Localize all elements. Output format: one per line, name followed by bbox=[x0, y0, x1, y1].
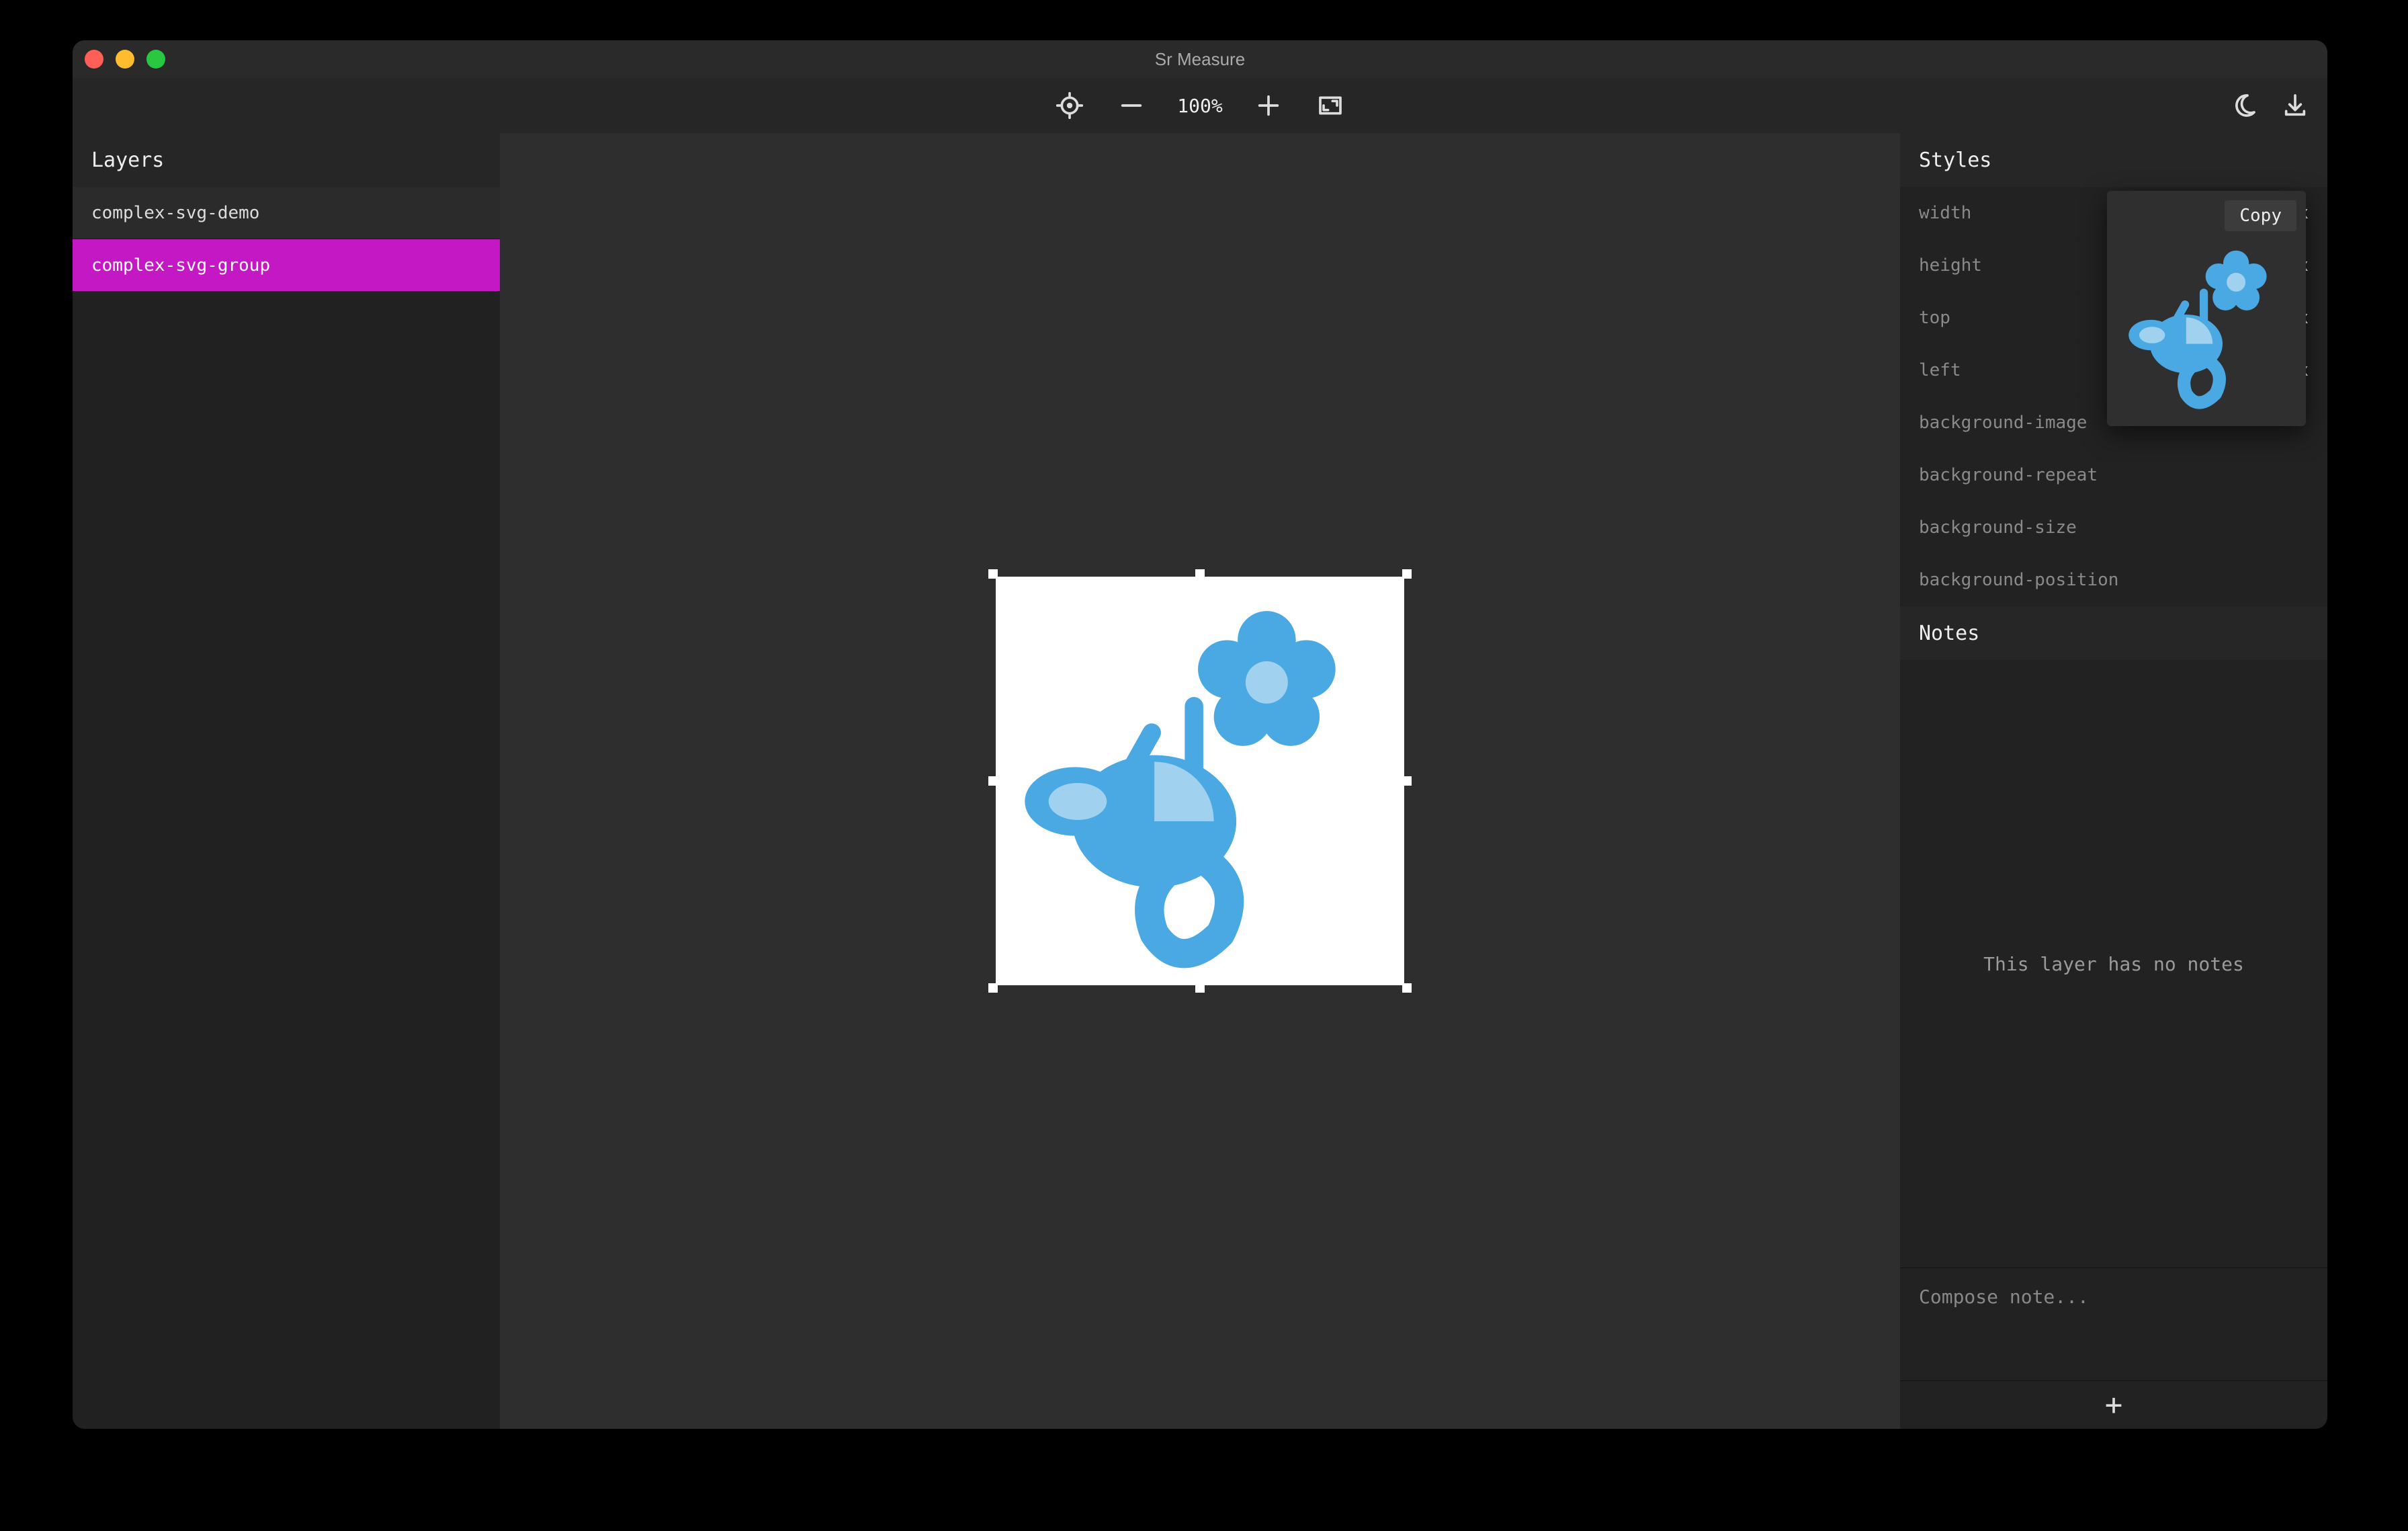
notes-panel: This layer has no notes Compose note... … bbox=[1900, 660, 2327, 1429]
style-key: left bbox=[1919, 360, 1961, 380]
dark-mode-icon[interactable] bbox=[2228, 89, 2260, 122]
style-row[interactable]: background-repeat bbox=[1900, 449, 2327, 501]
download-icon[interactable] bbox=[2279, 89, 2311, 122]
style-key: background-position bbox=[1919, 570, 2118, 590]
style-key: background-repeat bbox=[1919, 465, 2098, 485]
add-note-button[interactable]: + bbox=[2105, 1391, 2123, 1420]
toolbar: 100% bbox=[73, 78, 2327, 133]
style-key: height bbox=[1919, 255, 1982, 276]
style-key: width bbox=[1919, 203, 1971, 223]
zoom-out-button[interactable] bbox=[1115, 89, 1148, 122]
notes-header: Notes bbox=[1900, 606, 2327, 660]
layer-label: complex-svg-demo bbox=[91, 203, 259, 223]
style-key: top bbox=[1919, 308, 1950, 328]
fit-to-screen-icon[interactable] bbox=[1314, 89, 1346, 122]
background-image-preview bbox=[2112, 235, 2300, 417]
compose-note-input[interactable]: Compose note... bbox=[1900, 1268, 2327, 1380]
titlebar: Sr Measure bbox=[73, 40, 2327, 78]
artboard[interactable] bbox=[996, 577, 1404, 985]
styles-header: Styles bbox=[1900, 133, 2327, 187]
layer-item-selected[interactable]: complex-svg-group bbox=[73, 239, 500, 292]
layers-header: Layers bbox=[73, 133, 500, 187]
style-key: background-size bbox=[1919, 518, 2077, 538]
style-key: background-image bbox=[1919, 413, 2087, 433]
center-target-icon[interactable] bbox=[1054, 89, 1086, 122]
window-title: Sr Measure bbox=[73, 49, 2327, 70]
inspector-panel: Styles width309px height309px top0px lef… bbox=[1900, 133, 2327, 1429]
artwork-bee-flower-icon bbox=[996, 577, 1404, 985]
layer-label: complex-svg-group bbox=[91, 255, 270, 276]
copy-button[interactable]: Copy bbox=[2225, 200, 2296, 231]
zoom-level: 100% bbox=[1177, 95, 1222, 117]
background-image-popover: Copy bbox=[2107, 191, 2306, 426]
style-row[interactable]: background-position bbox=[1900, 554, 2327, 606]
zoom-in-button[interactable] bbox=[1252, 89, 1285, 122]
layers-panel: Layers complex-svg-demo complex-svg-grou… bbox=[73, 133, 500, 1429]
app-window: Sr Measure 100% bbox=[73, 40, 2327, 1429]
add-note-bar: + bbox=[1900, 1380, 2327, 1429]
style-row[interactable]: background-size bbox=[1900, 501, 2327, 554]
layer-item[interactable]: complex-svg-demo bbox=[73, 187, 500, 239]
notes-empty-text: This layer has no notes bbox=[1900, 660, 2327, 1268]
canvas[interactable] bbox=[500, 133, 1900, 1429]
